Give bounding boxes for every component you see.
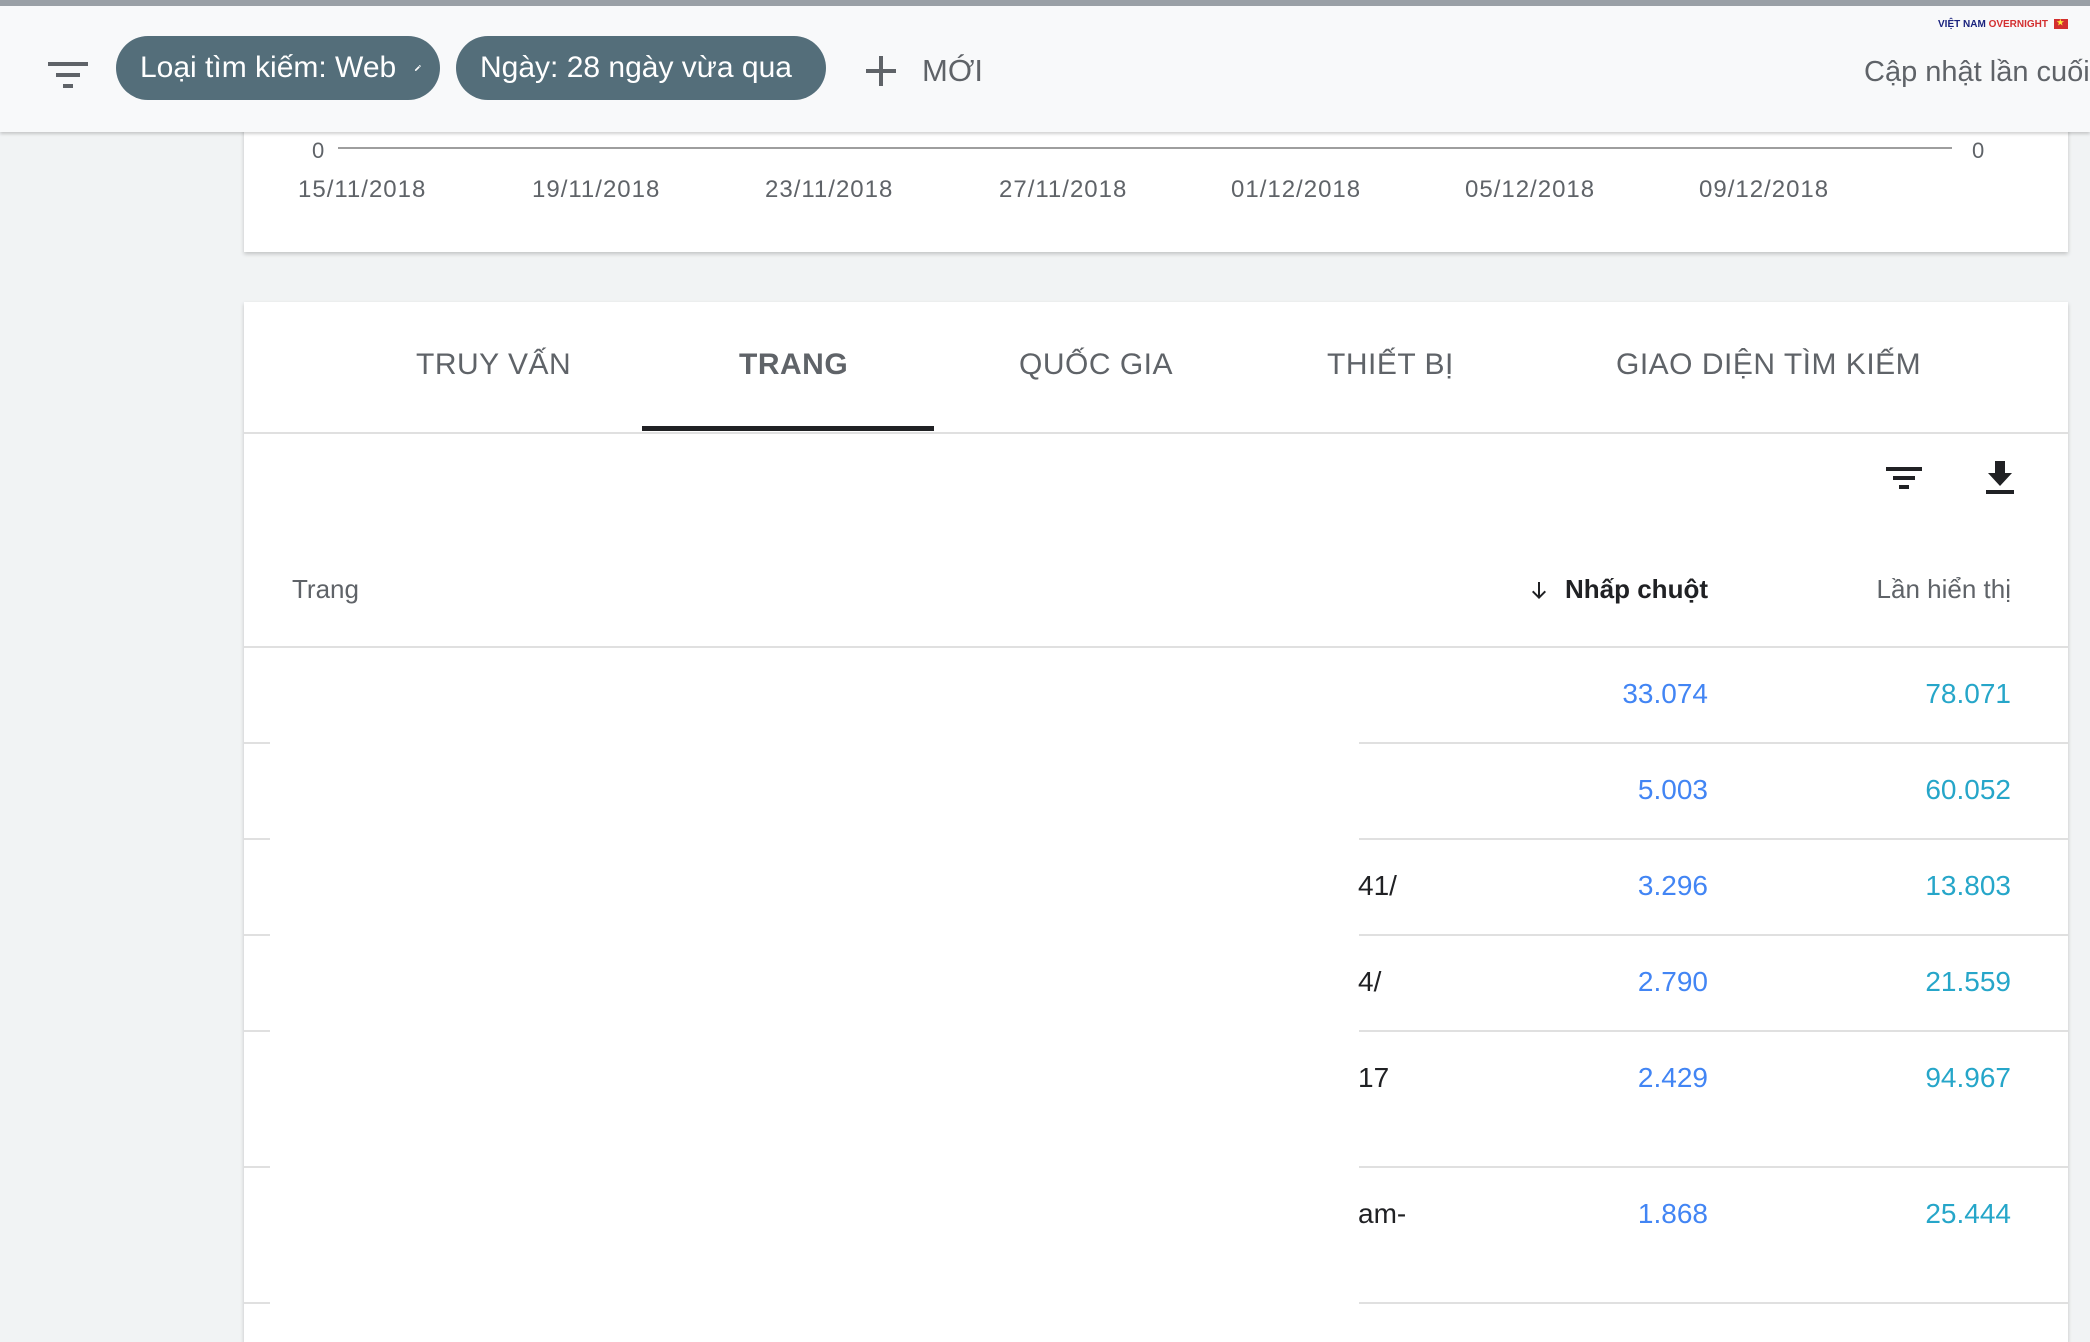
x-tick-label: 15/11/2018 — [298, 176, 427, 203]
row-divider — [1359, 1302, 2068, 1304]
plus-icon — [866, 56, 896, 86]
header-divider — [244, 646, 2068, 648]
clicks-value: 33.074 — [1622, 678, 1708, 709]
left-axis-zero-label: 0 — [312, 138, 325, 163]
x-tick-label: 27/11/2018 — [999, 176, 1128, 203]
page-url-fragment[interactable]: 41/ — [1358, 870, 1397, 902]
clicks-value: 3.296 — [1637, 870, 1708, 901]
row-divider — [244, 838, 270, 840]
x-tick-label: 09/12/2018 — [1699, 176, 1830, 203]
date-range-chip[interactable]: Ngày: 28 ngày vừa qua — [456, 36, 826, 100]
x-tick-label: 01/12/2018 — [1231, 176, 1362, 203]
tab-countries[interactable]: QUỐC GIA — [1019, 348, 1173, 382]
column-header-clicks-label: Nhấp chuột — [1565, 574, 1708, 604]
impressions-value: 60.052 — [1925, 774, 2011, 805]
dimension-table-card: TRUY VẤN TRANG QUỐC GIA THIẾT BỊ GIAO DI… — [244, 302, 2068, 1342]
row-divider — [1359, 1030, 2068, 1032]
arrow-down-icon — [1532, 582, 1546, 600]
row-divider — [1359, 1166, 2068, 1168]
tab-queries[interactable]: TRUY VẤN — [416, 348, 571, 382]
impressions-value: 21.559 — [1925, 966, 2011, 997]
page-url-fragment[interactable]: 4/ — [1358, 966, 1381, 998]
x-tick-label: 05/12/2018 — [1465, 176, 1596, 203]
dimension-tabs: TRUY VẤN TRANG QUỐC GIA THIẾT BỊ GIAO DI… — [244, 302, 2068, 434]
row-divider — [244, 1302, 270, 1304]
brand-watermark: VIỆT NAM OVERNIGHT — [1938, 18, 2068, 30]
pencil-icon[interactable] — [414, 54, 422, 82]
page-url-fragment[interactable]: am- — [1358, 1198, 1406, 1230]
column-header-impressions[interactable]: Lần hiển thị — [1877, 574, 2011, 605]
row-divider — [1359, 838, 2068, 840]
chart-baseline — [338, 147, 1952, 149]
clicks-value: 2.790 — [1637, 966, 1708, 997]
new-filter-label: MỚI — [922, 53, 984, 88]
column-header-clicks[interactable]: Nhấp chuột — [1527, 574, 1708, 605]
active-tab-indicator — [642, 426, 934, 431]
x-tick-label: 19/11/2018 — [532, 176, 661, 203]
tab-pages[interactable]: TRANG — [739, 348, 848, 382]
row-divider — [244, 1166, 270, 1168]
clicks-value: 1.868 — [1637, 1198, 1708, 1229]
last-updated-text: Cập nhật lần cuối — [1864, 56, 2090, 88]
impressions-value: 13.803 — [1925, 870, 2011, 901]
tab-devices[interactable]: THIẾT BỊ — [1327, 348, 1454, 382]
new-filter-button[interactable]: MỚI — [864, 46, 983, 96]
clicks-value: 2.429 — [1637, 1062, 1708, 1093]
row-divider — [244, 742, 270, 744]
x-tick-label: 23/11/2018 — [765, 176, 894, 203]
page-url-fragment[interactable]: 17 — [1358, 1062, 1389, 1094]
download-icon[interactable] — [1980, 457, 2020, 497]
tab-search-appearance[interactable]: GIAO DIỆN TÌM KIẾM — [1616, 348, 1921, 382]
impressions-value: 94.967 — [1925, 1062, 2011, 1093]
filter-list-icon[interactable] — [1884, 457, 1924, 497]
search-type-chip-label: Loại tìm kiếm: Web — [140, 51, 397, 84]
row-divider — [1359, 934, 2068, 936]
row-divider — [244, 1030, 270, 1032]
impressions-value: 25.444 — [1925, 1198, 2011, 1229]
clicks-value: 5.003 — [1637, 774, 1708, 805]
search-type-chip[interactable]: Loại tìm kiếm: Web — [116, 36, 440, 100]
top-bar: Loại tìm kiếm: Web Ngày: 28 ngày vừa qua… — [0, 0, 2090, 132]
flag-icon — [2053, 18, 2068, 30]
row-divider — [244, 934, 270, 936]
date-range-chip-label: Ngày: 28 ngày vừa qua — [480, 51, 792, 84]
row-divider — [1359, 742, 2068, 744]
impressions-value: 78.071 — [1925, 678, 2011, 709]
right-axis-zero-label: 0 — [1972, 138, 1985, 163]
filter-list-icon[interactable] — [48, 60, 88, 90]
column-header-page[interactable]: Trang — [292, 574, 359, 605]
